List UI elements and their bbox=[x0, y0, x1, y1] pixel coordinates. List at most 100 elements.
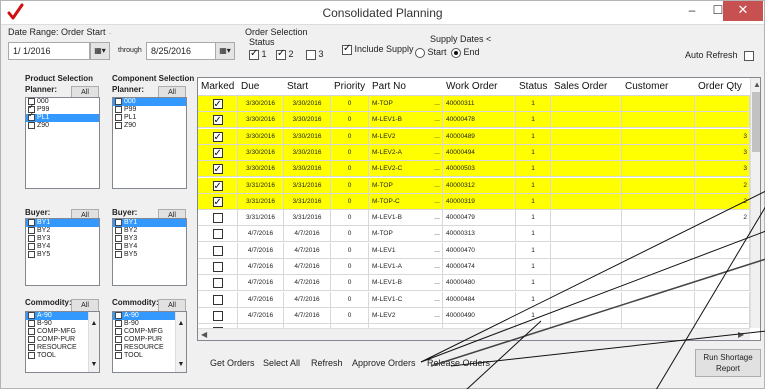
list-item[interactable]: BY2 bbox=[26, 227, 99, 235]
table-row[interactable]: 3/30/20163/30/20160M-LEV2...4000048913 bbox=[198, 128, 750, 145]
marked-cell[interactable] bbox=[198, 226, 238, 243]
component-planner-list[interactable]: 000 P99 PL1 Z90 bbox=[112, 97, 187, 189]
checkbox-unchecked-icon[interactable] bbox=[212, 294, 223, 305]
checkbox-unchecked-icon[interactable] bbox=[115, 336, 122, 343]
checkbox-unchecked-icon[interactable] bbox=[115, 227, 122, 234]
checkbox-unchecked-icon[interactable] bbox=[115, 328, 122, 335]
marked-cell[interactable] bbox=[198, 242, 238, 259]
component-commodity-list[interactable]: A-90 B-90 COMP-MFG COMP-PUR RESOURCE TOOL ▲ ▼ bbox=[112, 311, 187, 373]
list-item[interactable]: BY4 bbox=[113, 243, 186, 251]
auto-refresh-checkbox[interactable]: Auto Refresh bbox=[685, 50, 755, 61]
scroll-up-icon[interactable]: ▲ bbox=[176, 320, 186, 327]
more-options-icon[interactable]: ... bbox=[434, 178, 440, 194]
list-item[interactable]: PL1 bbox=[26, 111, 99, 122]
list-item[interactable]: BY1 bbox=[26, 219, 99, 227]
list-item[interactable]: BY5 bbox=[26, 251, 99, 259]
table-row[interactable]: 3/31/20163/31/20160M-TOP-C...4000031912 bbox=[198, 193, 750, 210]
checkbox-unchecked-icon[interactable] bbox=[28, 251, 35, 258]
list-item[interactable]: BY3 bbox=[26, 235, 99, 243]
marked-cell[interactable] bbox=[198, 193, 238, 210]
grid-vertical-scroll-thumb[interactable] bbox=[752, 92, 760, 152]
table-row[interactable]: 3/31/20163/31/20160M-TOP...4000031212 bbox=[198, 177, 750, 194]
end-date-field[interactable]: 8/25/2016 bbox=[146, 42, 216, 60]
more-options-icon[interactable]: ... bbox=[434, 275, 440, 291]
table-row[interactable]: 4/7/2016 4/7/2016 0 M-LEV1-A... 40000474 1 bbox=[198, 259, 750, 275]
supply-end-radio[interactable]: End bbox=[451, 47, 480, 58]
work-order-grid[interactable]: Marked Due Start Priority Part No Work Order S… bbox=[197, 77, 761, 341]
checkbox-unchecked-icon[interactable] bbox=[115, 122, 122, 129]
checkbox-unchecked-icon[interactable] bbox=[28, 219, 35, 226]
marked-cell[interactable] bbox=[198, 96, 238, 112]
marked-cell[interactable] bbox=[198, 144, 238, 161]
table-row[interactable]: 3/30/20163/30/20160M-TOP...400003111 bbox=[198, 96, 750, 112]
more-options-icon[interactable]: ... bbox=[434, 259, 440, 275]
list-scrollbar[interactable]: ▲ ▼ bbox=[175, 312, 186, 372]
more-options-icon[interactable]: ... bbox=[434, 226, 440, 242]
checkbox-unchecked-icon[interactable] bbox=[212, 310, 223, 321]
list-item[interactable]: BY4 bbox=[26, 243, 99, 251]
checkbox-unchecked-icon[interactable] bbox=[212, 229, 223, 240]
checkbox-unchecked-icon[interactable] bbox=[28, 235, 35, 242]
more-options-icon[interactable]: ... bbox=[434, 308, 440, 324]
checkbox-unchecked-icon[interactable] bbox=[212, 213, 223, 224]
scroll-left-icon[interactable]: ◀ bbox=[201, 330, 207, 339]
list-item[interactable]: 000 bbox=[26, 98, 99, 106]
table-row[interactable]: 3/30/20163/30/20160M-LEV2-C...4000050313 bbox=[198, 161, 750, 178]
table-row[interactable]: 4/7/2016 4/7/2016 0 M-LEV1-C... 40000484 1 bbox=[198, 291, 750, 308]
marked-cell[interactable] bbox=[198, 177, 238, 194]
table-row[interactable]: 3/30/20163/30/20160M-LEV1-B...400004781 bbox=[198, 112, 750, 129]
column-header-customer[interactable]: Customer bbox=[622, 78, 695, 96]
checkbox-unchecked-icon[interactable] bbox=[28, 122, 35, 129]
checkbox-checked-icon[interactable] bbox=[28, 111, 35, 121]
grid-vertical-scrollbar[interactable]: ▲ bbox=[750, 78, 760, 328]
checkbox-unchecked-icon[interactable] bbox=[115, 251, 122, 258]
checkbox-unchecked-icon[interactable] bbox=[28, 243, 35, 250]
start-date-field[interactable]: 1/ 1/2016 bbox=[8, 42, 90, 60]
checkbox-unchecked-icon[interactable] bbox=[28, 320, 35, 327]
release-orders-button[interactable]: Release Orders bbox=[427, 358, 490, 368]
grid-horizontal-scrollbar[interactable]: ◀ ▶ bbox=[198, 328, 750, 340]
checkbox-unchecked-icon[interactable] bbox=[115, 114, 122, 121]
marked-cell[interactable] bbox=[198, 161, 238, 178]
checkbox-checked-icon[interactable] bbox=[212, 130, 223, 145]
refresh-button[interactable]: Refresh bbox=[311, 358, 343, 368]
more-options-icon[interactable]: ... bbox=[434, 112, 440, 128]
scroll-down-icon[interactable]: ▼ bbox=[89, 361, 99, 368]
close-button[interactable]: ✕ bbox=[723, 1, 763, 21]
list-item[interactable]: BY3 bbox=[113, 235, 186, 243]
checkbox-checked-icon[interactable] bbox=[212, 146, 223, 161]
status-2-checkbox[interactable]: 2 bbox=[276, 48, 294, 60]
list-item[interactable]: P99 bbox=[113, 106, 186, 114]
checkbox-unchecked-icon[interactable] bbox=[115, 320, 122, 327]
checkbox-unchecked-icon[interactable] bbox=[212, 262, 223, 272]
checkbox-unchecked-icon[interactable] bbox=[115, 106, 122, 113]
checkbox-unchecked-icon[interactable] bbox=[28, 344, 35, 351]
table-row[interactable]: 4/7/2016 4/7/2016 0 M-LEV1... 40000470 1 bbox=[198, 242, 750, 259]
table-row[interactable]: 4/7/2016 4/7/2016 0 M-TOP... 40000313 1 bbox=[198, 226, 750, 243]
list-item[interactable]: PL1 bbox=[113, 114, 186, 122]
marked-cell[interactable] bbox=[198, 275, 238, 292]
marked-cell[interactable] bbox=[198, 259, 238, 275]
column-header-part-no[interactable]: Part No bbox=[369, 78, 443, 96]
more-options-icon[interactable]: ... bbox=[434, 210, 440, 226]
checkbox-unchecked-icon[interactable] bbox=[115, 235, 122, 242]
checkbox-unchecked-icon[interactable] bbox=[28, 352, 35, 359]
end-date-calendar-button[interactable]: ▦▾ bbox=[215, 42, 235, 60]
column-header-status[interactable]: Status bbox=[516, 78, 551, 96]
marked-cell[interactable] bbox=[198, 307, 238, 324]
status-1-checkbox[interactable]: 1 bbox=[249, 48, 267, 60]
checkbox-checked-icon[interactable] bbox=[212, 179, 223, 194]
list-item[interactable]: Z90 bbox=[113, 122, 186, 130]
checkbox-checked-icon[interactable] bbox=[212, 195, 223, 210]
checkbox-unchecked-icon[interactable] bbox=[212, 278, 223, 289]
list-item[interactable]: 000 bbox=[113, 98, 186, 106]
list-item[interactable]: BY2 bbox=[113, 227, 186, 235]
checkbox-unchecked-icon[interactable] bbox=[28, 336, 35, 343]
scroll-up-icon[interactable]: ▲ bbox=[753, 80, 760, 89]
list-item[interactable]: P99 bbox=[26, 103, 99, 114]
minimize-button[interactable]: – bbox=[679, 1, 705, 21]
product-commodity-list[interactable]: A-90 B-90 COMP-MFG COMP-PUR RESOURCE TOOL ▲ ▼ bbox=[25, 311, 100, 373]
column-header-priority[interactable]: Priority bbox=[331, 78, 369, 96]
more-options-icon[interactable]: ... bbox=[434, 194, 440, 210]
run-shortage-report-button[interactable]: Run Shortage Report bbox=[695, 349, 761, 377]
